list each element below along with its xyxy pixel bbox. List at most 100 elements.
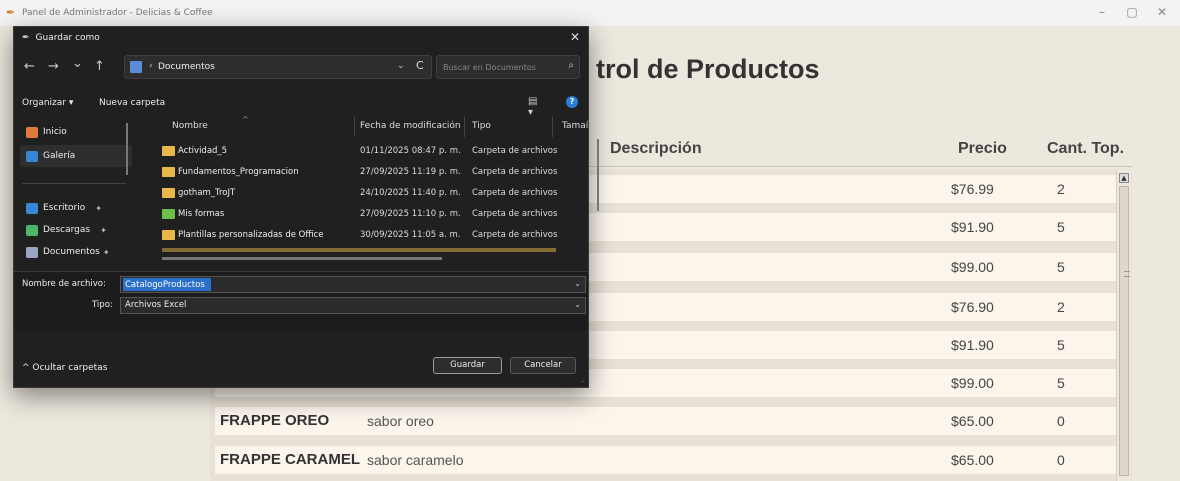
nav-item-galeria[interactable]: Galería xyxy=(20,145,132,167)
nav-item-label: Documentos xyxy=(43,247,100,257)
navigation-pane: Inicio Galería Escritorio ✦ Descargas ✦ … xyxy=(14,117,134,263)
resize-grip-icon[interactable]: .: xyxy=(580,376,585,384)
help-icon[interactable]: ? xyxy=(566,96,578,108)
save-button[interactable]: Guardar xyxy=(433,357,502,374)
row-price: $76.90 xyxy=(951,299,994,315)
save-as-dialog: ✒ Guardar como ✕ ← → ⌄ ↑ › Documentos ⌄ … xyxy=(13,26,599,388)
file-date: 01/11/2025 08:47 p. m. xyxy=(360,146,461,156)
column-separator[interactable] xyxy=(354,117,355,137)
row-qty: 2 xyxy=(1057,181,1065,197)
column-header-price[interactable]: Precio xyxy=(958,140,1007,158)
row-name: FRAPPE CARAMEL( xyxy=(220,451,360,468)
row-price: $99.00 xyxy=(951,259,994,275)
file-row[interactable]: Actividad_5 01/11/2025 08:47 p. m. Carpe… xyxy=(142,141,572,162)
folder-icon xyxy=(162,188,175,198)
nav-item-label: Escritorio xyxy=(43,203,86,213)
nav-pane-scrollbar[interactable] xyxy=(126,123,128,175)
row-qty: 5 xyxy=(1057,219,1065,235)
table-row[interactable]: FRAPPE OREO sabor oreo $65.00 0 xyxy=(215,407,1116,435)
column-separator[interactable] xyxy=(464,117,465,137)
breadcrumb-documents[interactable]: Documentos xyxy=(158,62,215,72)
nav-item-descargas[interactable]: Descargas ✦ xyxy=(20,219,132,241)
filename-dropdown-chevron-icon[interactable]: ⌄ xyxy=(574,279,581,288)
cancel-button[interactable]: Cancelar xyxy=(510,357,576,374)
app-titlebar: ✒ Panel de Administrador - Delicias & Co… xyxy=(0,0,1180,26)
nav-item-label: Descargas xyxy=(43,225,91,235)
row-price: $76.99 xyxy=(951,181,994,197)
back-arrow-icon[interactable]: ← xyxy=(24,59,35,74)
table-row[interactable]: FRAPPE CARAMEL( sabor caramelo $65.00 0 xyxy=(215,446,1116,474)
scroll-grip xyxy=(1124,271,1130,277)
forward-arrow-icon[interactable]: → xyxy=(48,59,59,74)
file-name: gotham_TroJT xyxy=(178,188,236,198)
dialog-toolbar: Organizar ▾ Nueva carpeta ▤ ▾ ? xyxy=(14,93,588,118)
file-type: Carpeta de archivos xyxy=(472,167,558,177)
column-header-name[interactable]: Nombre xyxy=(172,121,208,131)
downloads-icon xyxy=(26,224,38,236)
folder-icon xyxy=(162,230,175,240)
file-list-vscrollbar[interactable] xyxy=(597,139,599,211)
nav-item-label: Inicio xyxy=(43,127,67,137)
hide-folders-toggle[interactable]: ^ Ocultar carpetas xyxy=(22,363,107,373)
file-type: Carpeta de archivos xyxy=(472,188,558,198)
column-separator[interactable] xyxy=(552,117,553,137)
search-input[interactable] xyxy=(437,56,559,78)
close-button[interactable]: ✕ xyxy=(1152,5,1172,19)
maximize-button[interactable]: ▢ xyxy=(1122,5,1142,19)
column-header-description[interactable]: Descripción xyxy=(610,140,702,158)
row-price: $99.00 xyxy=(951,375,994,391)
file-row[interactable]: Mis formas 27/09/2025 11:10 p. m. Carpet… xyxy=(142,204,572,225)
file-row[interactable]: Plantillas personalizadas de Office 30/0… xyxy=(142,225,572,246)
app-window-title: Panel de Administrador - Delicias & Coff… xyxy=(22,8,213,18)
file-row[interactable]: gotham_TroJT 24/10/2025 11:40 p. m. Carp… xyxy=(142,183,572,204)
recent-locations-chevron-icon[interactable]: ⌄ xyxy=(72,56,83,71)
file-list-hscrollbar[interactable] xyxy=(162,257,442,260)
column-header-size[interactable]: Tamaí xyxy=(562,121,588,131)
address-bar[interactable]: › Documentos ⌄ C xyxy=(124,55,432,79)
filename-input[interactable] xyxy=(123,278,211,291)
partial-file-row xyxy=(162,248,556,252)
search-icon[interactable]: ⌕ xyxy=(568,60,574,71)
nav-item-escritorio[interactable]: Escritorio ✦ xyxy=(20,197,132,219)
file-date: 27/09/2025 11:19 p. m. xyxy=(360,167,461,177)
dialog-feather-icon: ✒ xyxy=(22,33,30,43)
filename-label: Nombre de archivo: xyxy=(22,279,106,289)
page-title: trol de Productos xyxy=(596,54,820,84)
nav-item-inicio[interactable]: Inicio xyxy=(20,121,132,143)
file-list: Nombre ^ Fecha de modificación Tipo Tama… xyxy=(142,115,588,263)
gallery-icon xyxy=(26,150,38,162)
column-header-date[interactable]: Fecha de modificación xyxy=(360,121,461,131)
scroll-thumb[interactable] xyxy=(1119,186,1130,476)
scroll-up-arrow-icon[interactable]: ▲ xyxy=(1119,173,1129,183)
column-header-qty[interactable]: Cant. Top. xyxy=(1047,140,1124,158)
up-folder-arrow-icon[interactable]: ↑ xyxy=(94,59,105,74)
refresh-icon[interactable]: C xyxy=(416,59,424,72)
row-qty: 5 xyxy=(1057,337,1065,353)
table-scrollbar[interactable]: ▲ xyxy=(1116,170,1131,481)
dialog-footer: ^ Ocultar carpetas Guardar Cancelar .: xyxy=(14,349,588,387)
row-price: $65.00 xyxy=(951,452,994,468)
sort-chevron-icon: ^ xyxy=(242,115,249,124)
type-select[interactable]: Archivos Excel ⌄ xyxy=(120,297,586,314)
file-name: Mis formas xyxy=(178,209,225,219)
dialog-navbar: ← → ⌄ ↑ › Documentos ⌄ C ⌕ xyxy=(14,49,588,85)
organize-menu-button[interactable]: Organizar ▾ xyxy=(22,98,73,108)
folder-icon xyxy=(162,167,175,177)
nav-divider xyxy=(22,183,126,184)
type-label: Tipo: xyxy=(92,300,113,310)
pin-icon: ✦ xyxy=(100,225,107,235)
file-name: Plantillas personalizadas de Office xyxy=(178,230,324,240)
row-description: sabor caramelo xyxy=(367,452,464,468)
minimize-button[interactable]: – xyxy=(1092,5,1112,19)
nav-item-documentos[interactable]: Documentos ✦ xyxy=(20,241,132,263)
column-header-type[interactable]: Tipo xyxy=(472,121,491,131)
type-dropdown-chevron-icon[interactable]: ⌄ xyxy=(574,300,581,309)
file-type: Carpeta de archivos xyxy=(472,146,558,156)
filename-field[interactable]: ⌄ xyxy=(120,276,586,293)
dialog-close-button[interactable]: ✕ xyxy=(570,30,580,44)
new-folder-button[interactable]: Nueva carpeta xyxy=(99,98,165,108)
view-options-icon[interactable]: ▤ ▾ xyxy=(528,96,540,118)
file-row[interactable]: Fundamentos_Programacion 27/09/2025 11:1… xyxy=(142,162,572,183)
address-dropdown-chevron-icon[interactable]: ⌄ xyxy=(397,61,405,71)
file-type: Carpeta de archivos xyxy=(472,230,558,240)
